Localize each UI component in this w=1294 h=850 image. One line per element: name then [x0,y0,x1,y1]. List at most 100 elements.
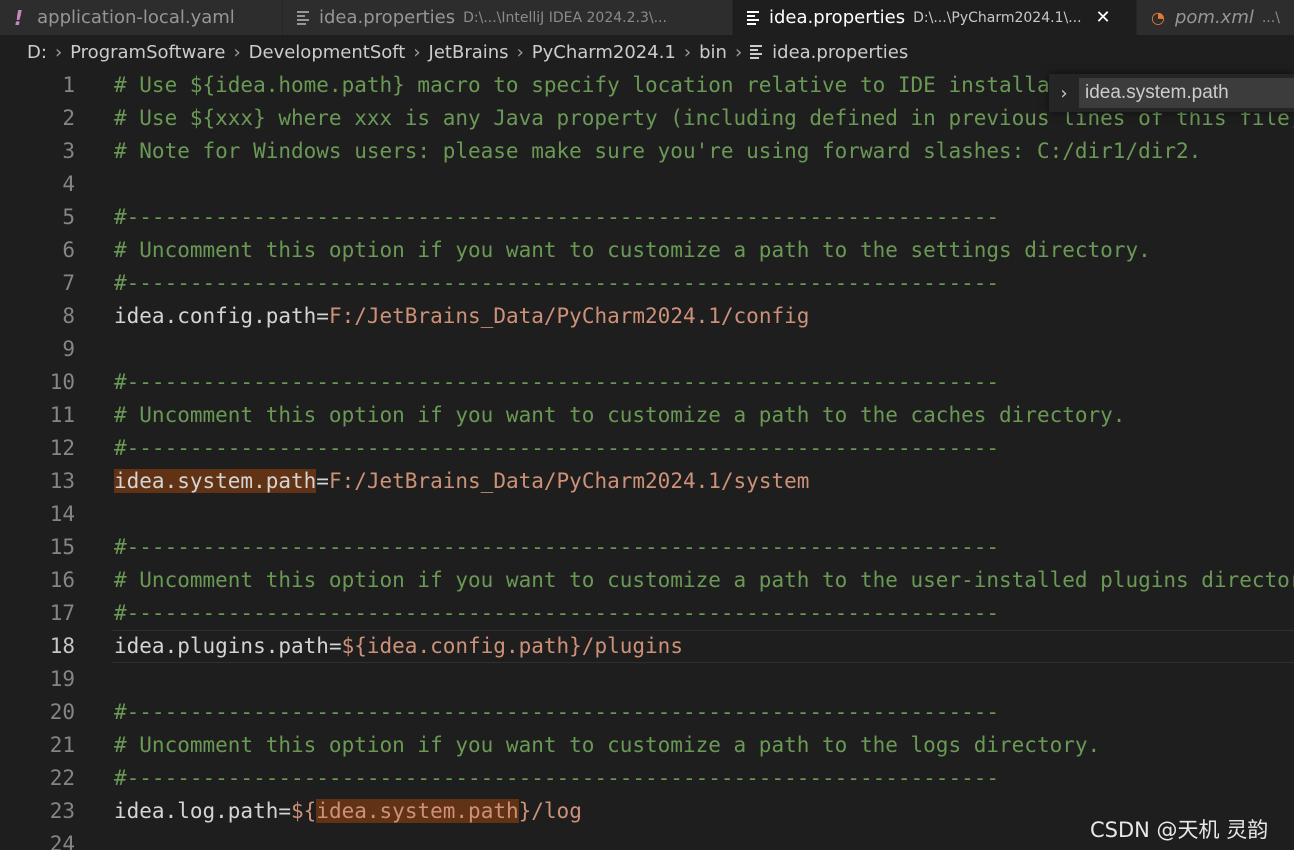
line-number: 24 [49,832,75,850]
code-token: # Uncomment this option if you want to c… [114,403,1126,427]
line-number: 17 [49,601,75,625]
code-token: = [316,304,329,328]
code-line[interactable]: 6 # Uncomment this option if you want to … [0,234,1294,267]
tab-idea-properties[interactable]: idea.properties D:\...\IntelliJ IDEA 2024… [283,0,733,35]
line-content: # Uncomment this option if you want to c… [114,564,1294,597]
code-line[interactable]: 22 #-------------------------------------… [0,762,1294,795]
code-editor[interactable]: 1 # Use ${idea.home.path} macro to specif… [0,69,1294,850]
code-line[interactable]: 12 #-------------------------------------… [0,432,1294,465]
code-token: F:/JetBrains_Data/PyCharm2024.1/config [328,304,810,328]
code-token: idea.log.path [114,799,279,823]
yaml-icon: ! [14,5,24,30]
breadcrumb-item[interactable]: bin [699,42,727,63]
code-token: #---------------------------------------… [114,601,1000,625]
code-line[interactable]: 8 idea.config.path=F:/JetBrains_Data/PyCh… [0,300,1294,333]
line-number: 7 [62,271,75,295]
code-token: # Uncomment this option if you want to c… [114,733,1101,757]
line-number: 4 [62,172,75,196]
code-line[interactable]: 11 # Uncomment this option if you want to… [0,399,1294,432]
line-content: # Note for Windows users: please make su… [114,135,1201,168]
code-line[interactable]: 15 #-------------------------------------… [0,531,1294,564]
line-number: 5 [62,205,75,229]
code-line[interactable]: 16 # Uncomment this option if you want to… [0,564,1294,597]
close-icon[interactable]: ✕ [1096,7,1111,28]
code-line[interactable]: 13 idea.system.path=F:/JetBrains_Data/PyC… [0,465,1294,498]
code-token: # Note for Windows users: please make su… [114,139,1202,163]
code-line[interactable]: 17 #-------------------------------------… [0,597,1294,630]
watermark: CSDN @天机 灵韵 [1090,818,1269,842]
code-line[interactable]: 19 [0,663,1294,696]
line-number: 19 [49,667,75,691]
search-match: idea.system.path [114,469,317,493]
code-line[interactable]: 9 [0,333,1294,366]
find-input[interactable]: idea.system.path [1079,78,1294,108]
line-number: 15 [49,535,75,559]
chevron-right-icon: › [516,41,524,63]
line-number: 21 [49,733,75,757]
code-token: #---------------------------------------… [114,205,1000,229]
tab-label: application-local.yaml [37,7,235,28]
code-token: #---------------------------------------… [114,370,1000,394]
line-number: 2 [62,106,75,130]
line-content: idea.log.path=${idea.system.path}/log [114,795,582,828]
line-number: 20 [49,700,75,724]
rss-icon: ◔ [1151,8,1165,27]
code-token: # Uncomment this option if you want to c… [114,238,1151,262]
code-line[interactable]: 14 [0,498,1294,531]
breadcrumb-item[interactable]: idea.properties [772,42,908,63]
line-content: #---------------------------------------… [114,762,999,795]
properties-file-icon [750,43,763,61]
tab-pom-xml[interactable]: ◔ pom.xml ...\ [1137,0,1294,35]
code-token: #---------------------------------------… [114,766,1000,790]
line-content: idea.plugins.path=${idea.config.path}/pl… [114,630,683,663]
line-number: 22 [49,766,75,790]
code-token: idea.config.path [114,304,317,328]
tab-label: idea.properties [319,7,456,28]
tab-label: idea.properties [769,7,906,28]
line-number: 11 [49,403,75,427]
breadcrumb-item[interactable]: PyCharm2024.1 [532,42,676,63]
code-line[interactable]: 4 [0,168,1294,201]
code-token: ${idea.config.path}/plugins [341,634,683,658]
code-line[interactable]: 5 #--------------------------------------… [0,201,1294,234]
code-token: F:/JetBrains_Data/PyCharm2024.1/system [328,469,810,493]
code-line[interactable]: 3 # Note for Windows users: please make s… [0,135,1294,168]
line-number: 14 [49,502,75,526]
line-number: 8 [62,304,75,328]
code-token: #---------------------------------------… [114,271,1000,295]
code-token: #---------------------------------------… [114,535,1000,559]
breadcrumb-item[interactable]: D: [27,42,47,63]
tab-description: D:\...\PyCharm2024.1\... [913,9,1082,26]
code-token: # Uncomment this option if you want to c… [114,568,1294,592]
breadcrumb-item[interactable]: JetBrains [429,42,509,63]
line-content: idea.system.path=F:/JetBrains_Data/PyCha… [114,465,809,498]
line-number: 3 [62,139,75,163]
chevron-right-icon: › [734,41,743,63]
line-number: 1 [62,73,75,97]
line-content: #---------------------------------------… [114,366,999,399]
code-token: = [278,799,292,823]
code-token: ${ [291,799,317,823]
code-line[interactable]: 10 #-------------------------------------… [0,366,1294,399]
code-line[interactable]: 21 # Uncomment this option if you want to… [0,729,1294,762]
toggle-replace-chevron-icon[interactable]: › [1049,83,1079,104]
line-content: #---------------------------------------… [114,696,999,729]
line-content: idea.config.path=F:/JetBrains_Data/PyCha… [114,300,809,333]
chevron-right-icon: › [413,41,421,63]
code-line[interactable]: 7 #--------------------------------------… [0,267,1294,300]
editor-tab-bar: ! application-local.yaml idea.properties D:… [0,0,1294,35]
breadcrumb-item[interactable]: DevelopmentSoft [249,42,406,63]
tab-idea-properties[interactable]: idea.properties D:\...\PyCharm2024.1\... ✕ [733,0,1137,35]
breadcrumb: D: › ProgramSoftware › DevelopmentSoft › JetBr… [0,35,1294,69]
code-token: = [328,634,342,658]
code-line[interactable]: 18 idea.plugins.path=${idea.config.path}/… [0,630,1294,663]
line-content: #---------------------------------------… [114,267,999,300]
properties-icon [747,9,759,27]
code-token: #---------------------------------------… [114,700,1000,724]
tab-application-local-yaml[interactable]: ! application-local.yaml [0,0,283,35]
tab-description: ...\ [1261,9,1280,26]
tab-label: pom.xml [1174,7,1254,28]
breadcrumb-item[interactable]: ProgramSoftware [70,42,225,63]
line-number: 9 [62,337,75,361]
code-line[interactable]: 20 #-------------------------------------… [0,696,1294,729]
